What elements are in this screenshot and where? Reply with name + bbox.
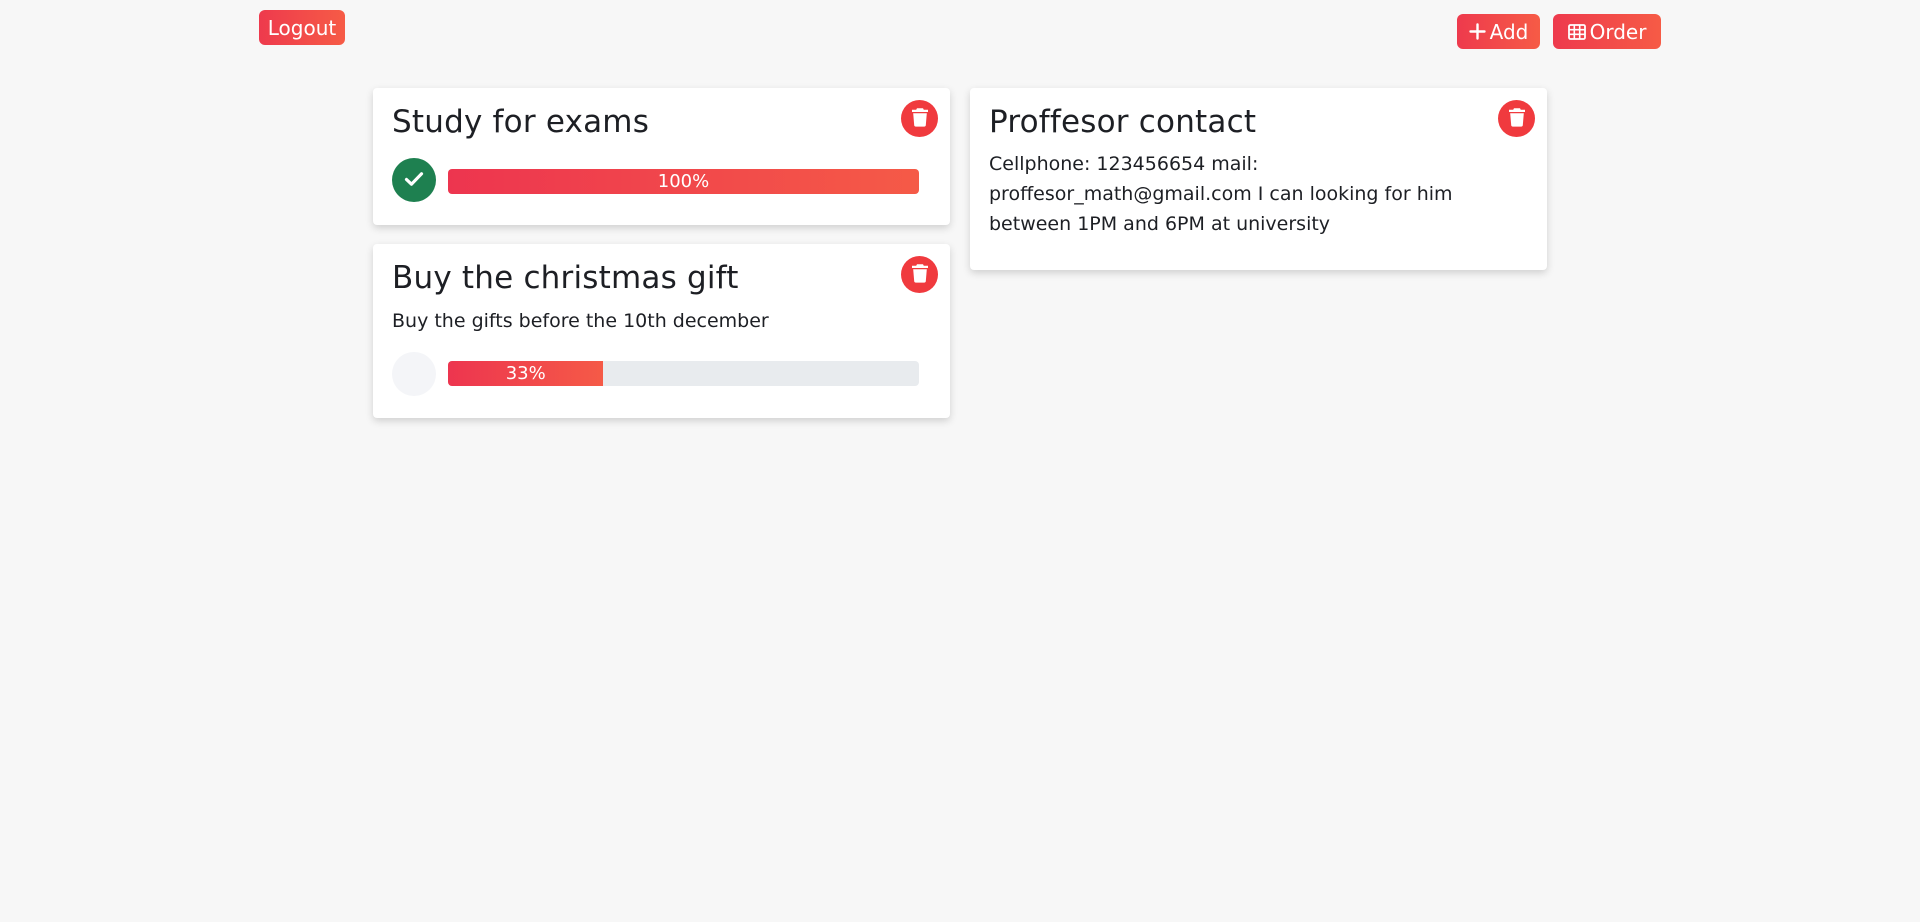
delete-note-button[interactable] — [901, 100, 938, 137]
progress-fill: 33% — [448, 361, 604, 386]
progress-label: 33% — [505, 363, 546, 384]
plus-icon — [1468, 23, 1486, 40]
note-title: Proffesor contact — [989, 104, 1257, 140]
order-button[interactable]: Order — [1553, 14, 1661, 49]
note-description: Cellphone: 123456654 mail: proffesor_mat… — [989, 153, 1453, 235]
order-label: Order — [1589, 19, 1647, 44]
logout-label: Logout — [267, 15, 337, 40]
trash-icon — [1508, 107, 1526, 130]
complete-toggle[interactable] — [392, 352, 436, 396]
progress-bar: 33% — [448, 361, 919, 386]
top-toolbar: Logout Add Order — [0, 0, 1920, 60]
note-description: Buy the gifts before the 10th december — [392, 310, 769, 332]
progress-label: 100% — [657, 171, 710, 192]
note-card-christmas: Buy the christmas gift Buy the gifts bef… — [373, 244, 950, 418]
delete-note-button[interactable] — [1498, 100, 1535, 137]
delete-note-button[interactable] — [901, 256, 938, 293]
trash-icon — [911, 263, 929, 286]
trash-icon — [911, 107, 929, 130]
note-title: Study for exams — [392, 104, 650, 140]
note-title: Buy the christmas gift — [392, 260, 739, 296]
table-grid-icon — [1567, 23, 1586, 40]
progress-bar: 100% — [448, 169, 919, 194]
progress-fill: 100% — [448, 169, 919, 194]
add-label: Add — [1489, 19, 1529, 44]
logout-button[interactable]: Logout — [259, 10, 345, 45]
add-button[interactable]: Add — [1457, 14, 1540, 49]
note-card-professor: Proffesor contact Cellphone: 123456654 m… — [970, 88, 1547, 270]
complete-toggle[interactable] — [392, 158, 436, 202]
note-card-study: Study for exams 100% — [373, 88, 950, 225]
check-icon — [404, 171, 424, 190]
